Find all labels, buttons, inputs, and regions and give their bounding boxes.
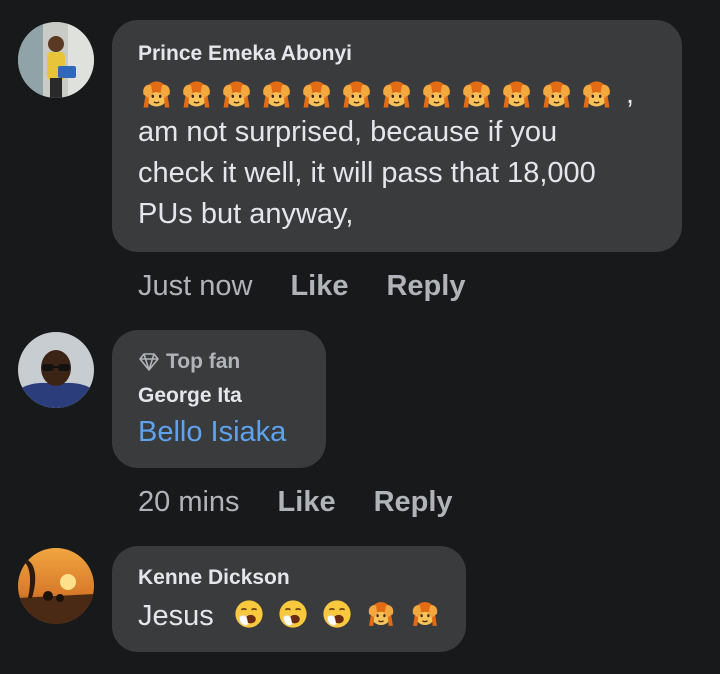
reply-button[interactable]: Reply <box>374 486 453 519</box>
facepalm-emoji <box>458 76 495 113</box>
comment-author[interactable]: Prince Emeka Abonyi <box>138 42 352 66</box>
comment-bubble: Top fan George Ita Bello Isiaka <box>112 330 326 468</box>
comment-text: Jesus <box>138 596 442 637</box>
facepalm-emoji <box>538 76 575 113</box>
top-fan-label: Top fan <box>166 350 241 373</box>
diamond-icon <box>139 353 159 371</box>
like-button[interactable]: Like <box>290 270 348 303</box>
comment-author[interactable]: Kenne Dickson <box>138 566 290 590</box>
yawning-face-emoji <box>276 597 310 631</box>
comment-actions: 20 mins Like Reply <box>138 486 491 519</box>
facepalm-emoji <box>418 76 455 113</box>
like-button[interactable]: Like <box>278 486 336 519</box>
top-fan-badge: Top fan <box>138 350 240 374</box>
comment-text-content: Jesus <box>138 600 214 632</box>
facepalm-emoji <box>408 597 442 631</box>
yawning-face-emoji <box>232 597 266 631</box>
comment-author[interactable]: George Ita <box>138 384 242 408</box>
comment-actions: Just now Like Reply <box>138 270 503 303</box>
facepalm-emoji <box>364 597 398 631</box>
comment-text-line: check it well, it will pass that 18,000 <box>138 157 596 189</box>
emoji-row: , <box>138 76 634 113</box>
avatar[interactable] <box>18 548 94 624</box>
facepalm-emoji <box>258 76 295 113</box>
comment-text-line: am not surprised, because if you <box>138 116 558 148</box>
emoji-trailing-comma: , <box>626 78 635 110</box>
mention-link[interactable]: Bello Isiaka <box>138 412 286 453</box>
avatar[interactable] <box>18 22 94 98</box>
reply-button[interactable]: Reply <box>386 270 465 303</box>
facepalm-emoji <box>178 76 215 113</box>
comment-bubble: Kenne Dickson Jesus <box>112 546 466 652</box>
comment-bubble: Prince Emeka Abonyi , am not surprised, … <box>112 20 682 252</box>
comment-text: am not surprised, because if you check i… <box>138 112 668 235</box>
facepalm-emoji <box>218 76 255 113</box>
facepalm-emoji <box>578 76 615 113</box>
facepalm-emoji <box>378 76 415 113</box>
facepalm-emoji <box>498 76 535 113</box>
facepalm-emoji <box>138 76 175 113</box>
yawning-face-emoji <box>320 597 354 631</box>
avatar[interactable] <box>18 332 94 408</box>
comment-timestamp[interactable]: Just now <box>138 270 252 303</box>
comment-text-line: PUs but anyway, <box>138 198 354 230</box>
facepalm-emoji <box>338 76 375 113</box>
facepalm-emoji <box>298 76 335 113</box>
comment-timestamp[interactable]: 20 mins <box>138 486 240 519</box>
